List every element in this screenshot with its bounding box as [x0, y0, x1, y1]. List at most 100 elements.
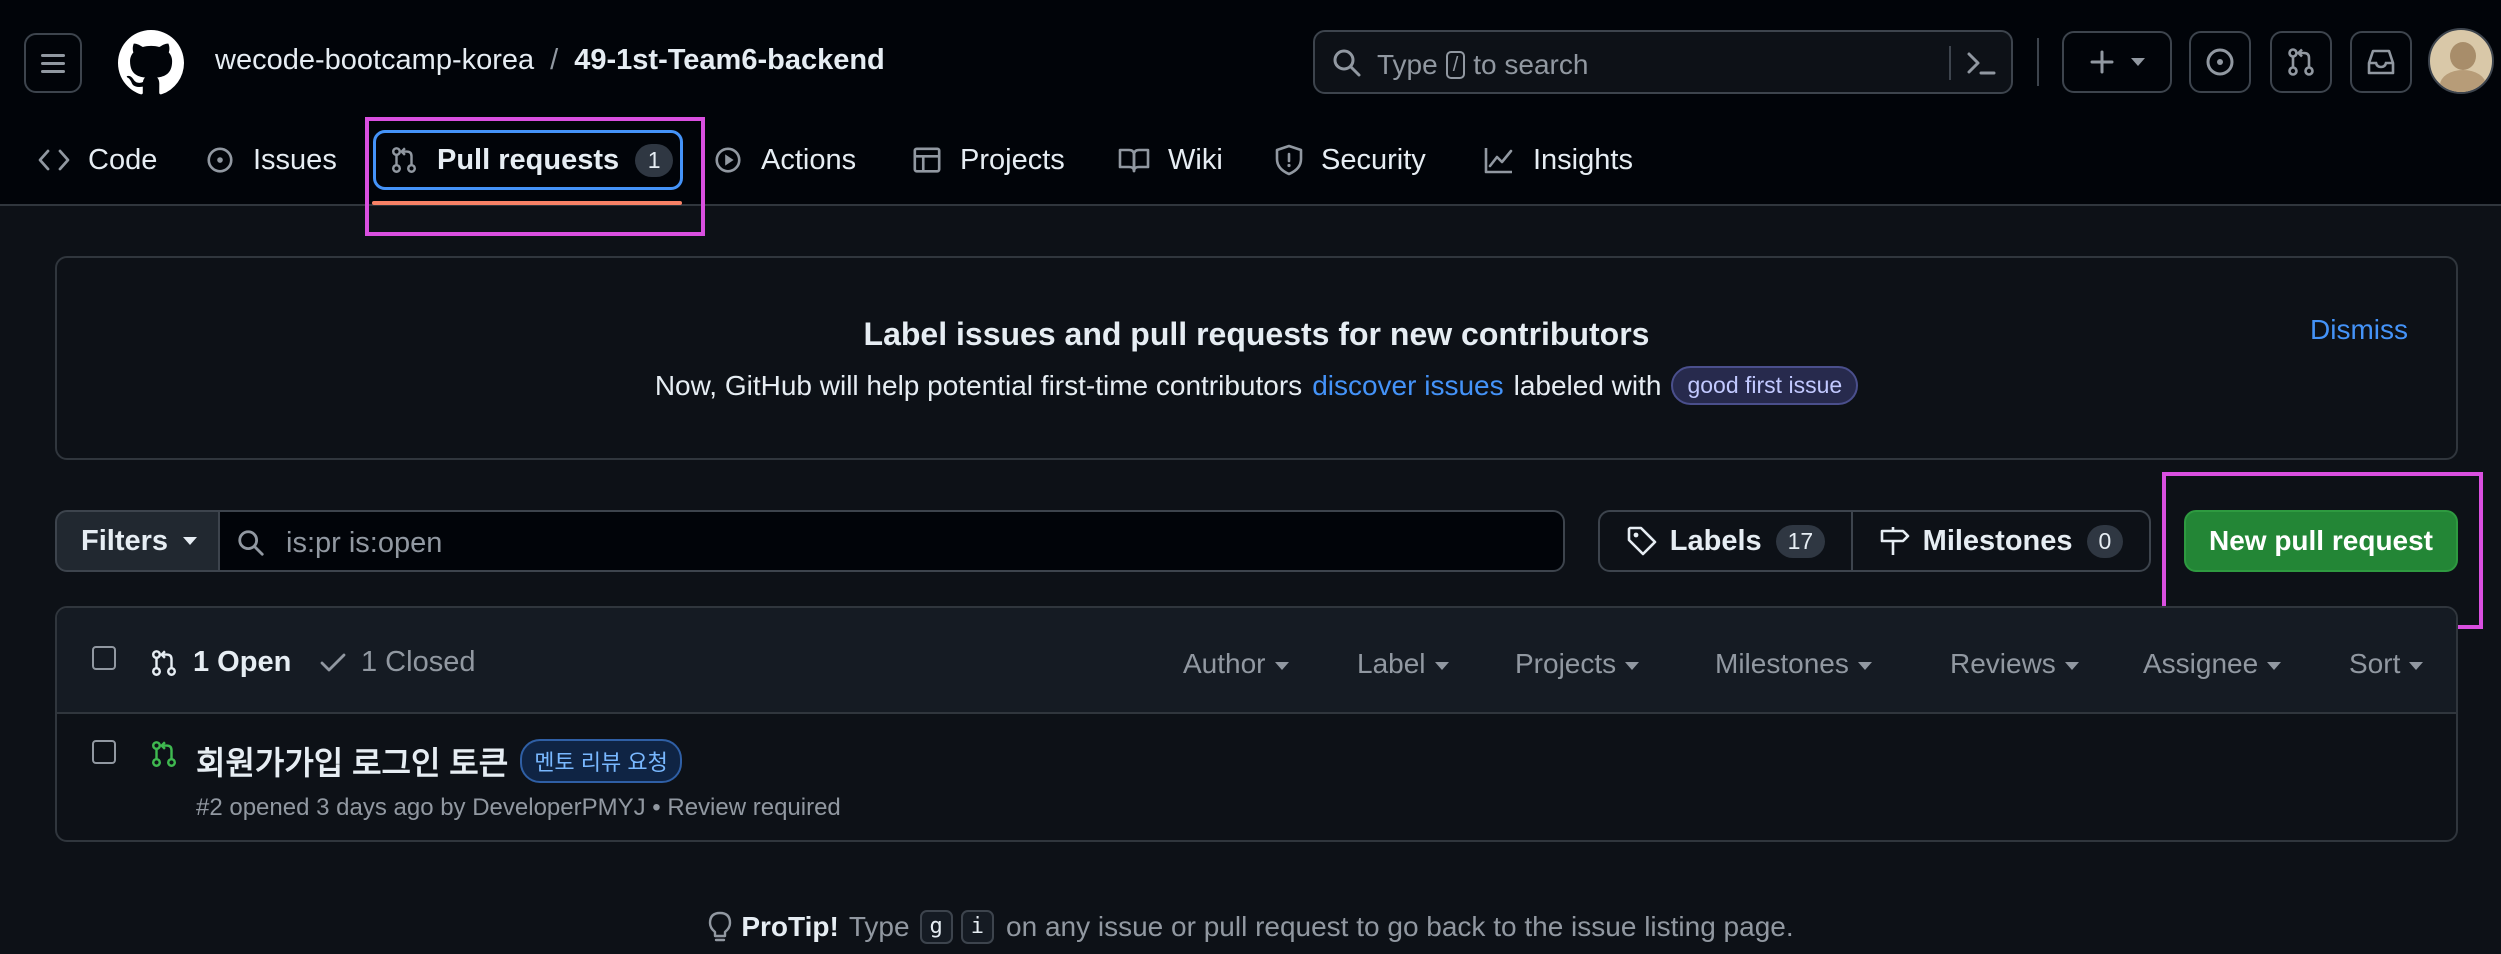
tab-label: Code — [88, 143, 158, 176]
git-pull-request-open-icon — [149, 739, 179, 769]
git-pull-request-icon — [149, 648, 179, 678]
tab-label: Projects — [960, 143, 1065, 176]
labels-button[interactable]: Labels 17 — [1598, 510, 1853, 572]
search-input[interactable]: Type / to search — [1313, 30, 2013, 94]
banner-desc-text: Now, GitHub will help potential first-ti… — [654, 369, 1303, 401]
protip-text: Type — [848, 911, 910, 942]
issues-button[interactable] — [2189, 31, 2251, 93]
select-all-checkbox[interactable] — [92, 646, 116, 670]
assignee-filter[interactable]: Assignee — [2143, 648, 2282, 680]
issue-opened-icon — [205, 145, 235, 175]
caret-down-icon — [1625, 661, 1640, 670]
milestones-label: Milestones — [1922, 524, 2073, 557]
hamburger-icon — [39, 51, 67, 75]
filters-label: Filters — [81, 524, 169, 557]
pull-request-link[interactable]: 회원가가입 로그인 토큰 — [196, 738, 508, 784]
milestone-icon — [1879, 525, 1911, 557]
pull-request-title: 회원가가입 로그인 토큰 멘토 리뷰 요청 — [196, 738, 682, 784]
check-icon — [319, 651, 347, 675]
sort-filter[interactable]: Sort — [2349, 648, 2424, 680]
play-icon — [713, 145, 743, 175]
tab-security[interactable]: Security — [1275, 130, 1426, 190]
inbox-icon — [2365, 47, 2397, 77]
create-new-button[interactable] — [2062, 31, 2172, 93]
g-key-hint: g — [919, 910, 953, 944]
closed-count-label: 1 Closed — [361, 646, 476, 678]
protip-strong: ProTip! — [741, 911, 839, 942]
graph-icon — [1483, 145, 1515, 175]
dismiss-button[interactable]: Dismiss — [2310, 314, 2408, 346]
tab-code[interactable]: Code — [38, 130, 157, 190]
projects-filter[interactable]: Projects — [1515, 648, 1640, 680]
mentor-review-label[interactable]: 멘토 리뷰 요청 — [520, 739, 682, 783]
reviews-filter[interactable]: Reviews — [1950, 648, 2079, 680]
github-logo-icon[interactable] — [118, 30, 184, 96]
tab-label: Wiki — [1168, 143, 1223, 176]
breadcrumb: wecode-bootcamp-korea / 49-1st-Team6-bac… — [215, 44, 885, 77]
caret-down-icon — [182, 536, 198, 546]
git-pull-request-icon — [2285, 46, 2317, 78]
highlight-box-pull-requests — [365, 117, 705, 236]
caret-down-icon — [1857, 661, 1872, 670]
caret-down-icon — [2267, 661, 2282, 670]
new-contributors-banner: Label issues and pull requests for new c… — [55, 256, 2458, 460]
tab-insights[interactable]: Insights — [1483, 130, 1633, 190]
inbox-button[interactable] — [2350, 31, 2412, 93]
breadcrumb-separator: / — [550, 44, 559, 76]
discover-issues-link[interactable]: discover issues — [1312, 370, 1503, 402]
repo-owner-link[interactable]: wecode-bootcamp-korea — [215, 44, 534, 77]
caret-down-icon — [2130, 57, 2146, 67]
filter-search-input[interactable]: is:pr is:open — [218, 510, 1565, 572]
header-divider — [2037, 38, 2039, 86]
light-bulb-icon — [707, 910, 733, 944]
repo-name-link[interactable]: 49-1st-Team6-backend — [574, 44, 885, 77]
protip-text: on any issue or pull request to go back … — [1006, 911, 1794, 942]
list-header: 1 Open 1 Closed Author Label Projects Mi… — [57, 608, 2456, 714]
caret-down-icon — [1274, 661, 1289, 670]
banner-title: Label issues and pull requests for new c… — [863, 316, 1650, 352]
good-first-issue-label[interactable]: good first issue — [1671, 366, 1859, 405]
tab-issues[interactable]: Issues — [205, 130, 337, 190]
slash-key-hint: / — [1445, 51, 1466, 79]
filters-button[interactable]: Filters — [55, 510, 220, 572]
search-divider — [1949, 46, 1951, 80]
i-key-hint: i — [960, 910, 995, 944]
avatar[interactable] — [2428, 28, 2494, 94]
filter-query: is:pr is:open — [286, 527, 443, 559]
tab-label: Actions — [761, 143, 857, 176]
search-icon — [1331, 47, 1363, 79]
milestones-counter: 0 — [2086, 524, 2124, 558]
command-palette-icon[interactable] — [1965, 48, 1997, 78]
label-filter[interactable]: Label — [1357, 648, 1449, 680]
banner-description: Now, GitHub will help potential first-ti… — [57, 366, 2456, 405]
milestones-button[interactable]: Milestones 0 — [1851, 510, 2151, 572]
search-icon — [236, 528, 266, 558]
caret-down-icon — [2409, 661, 2424, 670]
plus-icon — [2088, 48, 2116, 76]
labels-counter: 17 — [1775, 524, 1826, 558]
tab-label: Issues — [253, 143, 337, 176]
pull-request-meta: #2 opened 3 days ago by DeveloperPMYJ • … — [196, 794, 841, 821]
caret-down-icon — [2064, 661, 2079, 670]
open-filter[interactable]: 1 Open — [149, 646, 291, 679]
menu-button[interactable] — [24, 33, 82, 93]
issue-opened-icon — [2204, 46, 2236, 78]
open-count-label: 1 Open — [193, 646, 292, 678]
tab-actions[interactable]: Actions — [713, 130, 856, 190]
tab-label: Security — [1321, 143, 1426, 176]
code-icon — [38, 146, 70, 174]
pull-request-list: 1 Open 1 Closed Author Label Projects Mi… — [55, 606, 2458, 842]
tab-projects[interactable]: Projects — [912, 130, 1065, 190]
book-icon — [1118, 146, 1150, 174]
author-filter[interactable]: Author — [1183, 648, 1289, 680]
item-checkbox[interactable] — [92, 740, 116, 764]
caret-down-icon — [1434, 661, 1449, 670]
pull-requests-button[interactable] — [2270, 31, 2332, 93]
tab-wiki[interactable]: Wiki — [1118, 130, 1223, 190]
table-icon — [912, 145, 942, 175]
banner-desc-text: labeled with — [1513, 369, 1662, 401]
tag-icon — [1626, 525, 1658, 557]
closed-filter[interactable]: 1 Closed — [319, 646, 475, 679]
protip: ProTip! Type g i on any issue or pull re… — [0, 910, 2501, 944]
milestones-filter[interactable]: Milestones — [1715, 648, 1872, 680]
